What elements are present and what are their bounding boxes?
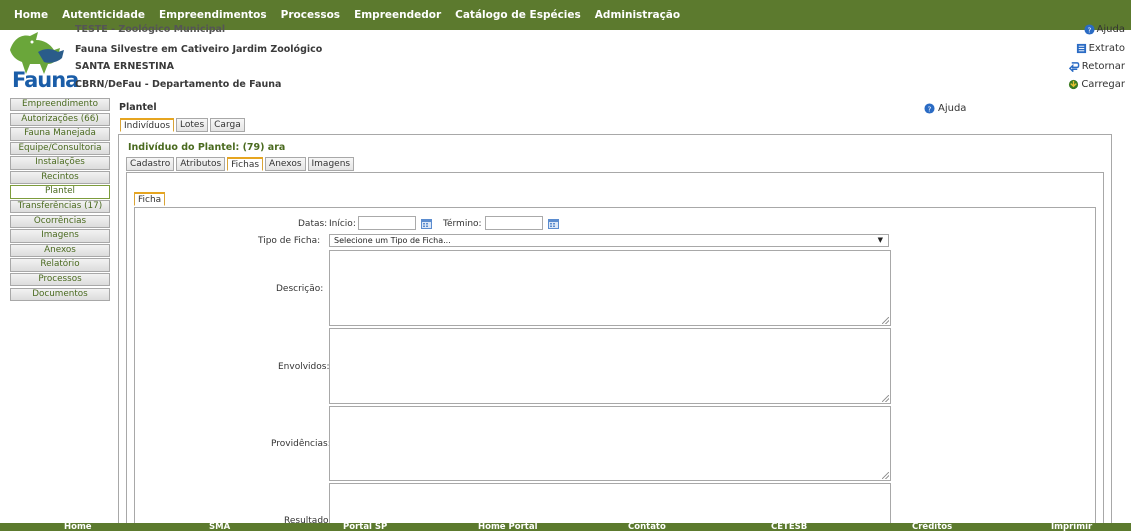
envolvidos-label: Envolvidos: <box>278 362 330 372</box>
resize-grip-icon[interactable] <box>882 395 889 402</box>
nav-home[interactable]: Home <box>14 9 48 21</box>
sidebar-item-documentos[interactable]: Documentos <box>10 287 110 301</box>
termino-date-input[interactable] <box>485 216 543 230</box>
main-help-label: Ajuda <box>938 103 967 114</box>
descricao-label: Descrição: <box>276 284 324 294</box>
calendar-icon[interactable] <box>548 219 559 229</box>
tab-fichas[interactable]: Fichas <box>227 157 264 171</box>
termino-label: Término: <box>443 219 482 229</box>
resize-grip-icon[interactable] <box>882 317 889 324</box>
sidebar-item-relatorio[interactable]: Relatório <box>10 258 110 272</box>
return-arrow-icon <box>1068 62 1080 72</box>
nav-autenticidade[interactable]: Autenticidade <box>62 9 145 21</box>
tab-carga[interactable]: Carga <box>210 118 245 132</box>
sidebar-item-empreendimento[interactable]: Empreendimento <box>10 98 110 112</box>
providencias-textarea[interactable] <box>329 406 891 481</box>
header: Fauna TESTE - Zoológico Municipal Fauna … <box>0 24 1131 94</box>
plantel-tabs: Indivíduos Lotes Carga <box>120 118 245 132</box>
header-line-1: Fauna Silvestre em Cativeiro Jardim Zool… <box>75 44 323 55</box>
tab-ficha[interactable]: Ficha <box>134 192 166 206</box>
footer-home-portal[interactable]: Home Portal <box>478 523 538 531</box>
ficha-tabs: Ficha <box>134 192 166 206</box>
page-title: Plantel <box>119 102 157 113</box>
tab-cadastro[interactable]: Cadastro <box>126 157 175 171</box>
nav-empreendedor[interactable]: Empreendedor <box>354 9 441 21</box>
load-icon <box>1069 79 1079 90</box>
sidebar-item-instalacoes[interactable]: Instalações <box>10 156 110 170</box>
extrato-label: Extrato <box>1088 43 1125 54</box>
sidebar-item-recintos[interactable]: Recintos <box>10 170 110 185</box>
tab-anexos[interactable]: Anexos <box>265 157 306 171</box>
document-icon <box>1076 43 1086 54</box>
sidebar-item-fauna-manejada[interactable]: Fauna Manejada <box>10 127 110 141</box>
calendar-icon[interactable] <box>421 219 432 229</box>
header-cut-line: TESTE - Zoológico Municipal <box>75 24 226 35</box>
main-help-link[interactable]: ? Ajuda <box>924 103 966 114</box>
sidebar: Empreendimento Autorizações (66) Fauna M… <box>10 98 110 302</box>
footer-sma[interactable]: SMA <box>209 523 230 531</box>
help-icon: ? <box>924 103 935 114</box>
sidebar-item-transferencias[interactable]: Transferências (17) <box>10 200 110 214</box>
footer: Home SMA Portal SP Home Portal Contato C… <box>0 523 1131 531</box>
help-icon: ? <box>1084 24 1095 35</box>
individual-tabs: Cadastro Atributos Fichas Anexos Imagens <box>126 157 355 171</box>
inicio-label: Início: <box>329 219 356 229</box>
tab-individuos[interactable]: Indivíduos <box>120 118 175 132</box>
nav-catalogo-especies[interactable]: Catálogo de Espécies <box>455 9 581 21</box>
retornar-link[interactable]: Retornar <box>1068 61 1125 72</box>
header-line-3: CBRN/DeFau - Departamento de Fauna <box>75 79 282 90</box>
header-line-2: SANTA ERNESTINA <box>75 61 174 72</box>
providencias-label: Providências: <box>271 439 331 449</box>
tipo-ficha-selected: Selecione um Tipo de Ficha... <box>334 236 451 245</box>
inicio-date-input[interactable] <box>358 216 416 230</box>
carregar-link[interactable]: Carregar <box>1068 79 1125 90</box>
header-help-link[interactable]: ? Ajuda <box>1084 24 1125 35</box>
sidebar-item-processos[interactable]: Processos <box>10 272 110 287</box>
individual-title: Indivíduo do Plantel: (79) ara <box>128 142 286 153</box>
extrato-link[interactable]: Extrato <box>1076 43 1125 54</box>
nav-empreendimentos[interactable]: Empreendimentos <box>159 9 267 21</box>
sidebar-item-autorizacoes[interactable]: Autorizações (66) <box>10 112 110 126</box>
tab-atributos[interactable]: Atributos <box>176 157 226 171</box>
sidebar-item-plantel[interactable]: Plantel <box>10 185 110 199</box>
datas-label: Datas: <box>298 219 328 229</box>
tipo-ficha-select[interactable]: Selecione um Tipo de Ficha... ▼ <box>329 234 889 247</box>
header-help-label: Ajuda <box>1096 24 1125 35</box>
envolvidos-textarea[interactable] <box>329 328 891 404</box>
logo-text: Fauna <box>12 68 79 92</box>
tipo-ficha-label: Tipo de Ficha: <box>258 236 321 246</box>
footer-home[interactable]: Home <box>64 523 92 531</box>
footer-portal-sp[interactable]: Portal SP <box>343 523 387 531</box>
sidebar-item-anexos[interactable]: Anexos <box>10 243 110 258</box>
tab-lotes[interactable]: Lotes <box>176 118 209 132</box>
footer-imprimir[interactable]: Imprimir <box>1051 523 1092 531</box>
resize-grip-icon[interactable] <box>882 472 889 479</box>
dropdown-arrow-icon: ▼ <box>877 236 883 244</box>
footer-creditos[interactable]: Créditos <box>912 523 952 531</box>
tab-imagens[interactable]: Imagens <box>307 157 355 171</box>
svg-text:?: ? <box>1087 25 1091 34</box>
nav-processos[interactable]: Processos <box>281 9 340 21</box>
footer-cetesb[interactable]: CETESB <box>771 523 807 531</box>
footer-contato[interactable]: Contato <box>628 523 666 531</box>
sidebar-item-equipe-consultoria[interactable]: Equipe/Consultoria <box>10 141 110 156</box>
carregar-label: Carregar <box>1081 79 1125 90</box>
svg-text:?: ? <box>928 104 932 113</box>
sidebar-item-imagens[interactable]: Imagens <box>10 229 110 243</box>
retornar-label: Retornar <box>1081 61 1125 72</box>
sidebar-item-ocorrencias[interactable]: Ocorrências <box>10 214 110 229</box>
descricao-textarea[interactable] <box>329 250 891 326</box>
nav-administracao[interactable]: Administração <box>595 9 680 21</box>
